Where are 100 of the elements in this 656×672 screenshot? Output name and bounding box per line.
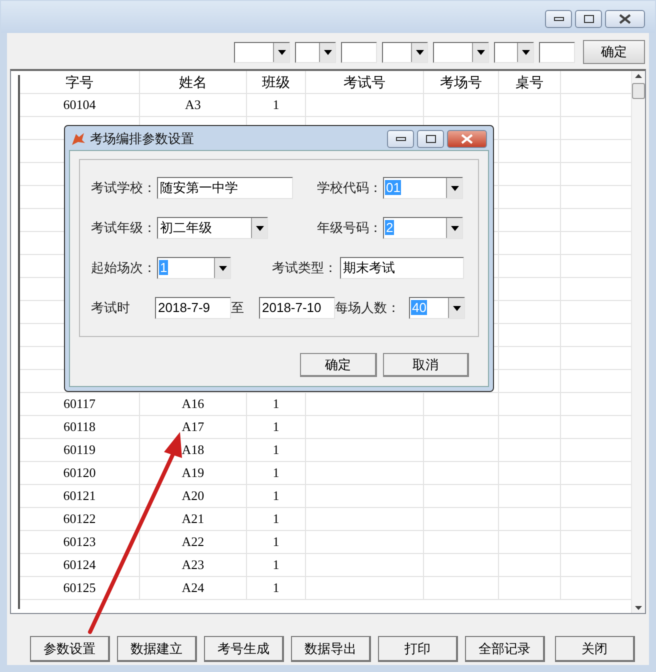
caret-icon (522, 50, 530, 54)
action-button[interactable]: 数据导出 (291, 636, 371, 662)
caret-icon (278, 50, 286, 54)
field-value: 期末考试 (342, 260, 396, 275)
field-label: 考试学校： (91, 179, 157, 198)
minimize-button[interactable] (545, 10, 572, 28)
action-button[interactable]: 全部记录 (465, 636, 545, 662)
input-field[interactable]: 2018-7-9 (155, 297, 231, 319)
table-cell-text: A24 (182, 579, 204, 598)
field-label: 每场人数： (335, 299, 401, 318)
column-header: 考试号 (344, 72, 386, 92)
table-cell-text: 1 (272, 96, 280, 114)
caret-icon (450, 226, 458, 230)
table-cell-text: 1 (272, 441, 280, 460)
maximize-icon (584, 15, 594, 23)
maximize-button[interactable] (575, 10, 602, 28)
combo-value: 初二年级 (159, 220, 213, 235)
input-field[interactable] (341, 42, 377, 62)
table-cell-text: 60125 (63, 579, 96, 598)
table-cell-text: 1 (272, 510, 280, 528)
dropdown-field[interactable] (382, 42, 428, 62)
table-cell-text: 60121 (63, 487, 96, 506)
caret-icon (452, 306, 460, 310)
dropdown-field[interactable] (234, 42, 290, 62)
app-icon (70, 131, 86, 147)
column-header: 班级 (262, 72, 290, 92)
table-cell-text: 60119 (63, 441, 96, 460)
field-label: 学校代码： (317, 179, 383, 198)
field-label: 考试年级： (91, 219, 157, 238)
scroll-up-icon (635, 74, 642, 78)
action-button[interactable]: 考号生成 (204, 636, 284, 662)
scroll-down-icon (635, 606, 642, 610)
caret-icon (416, 50, 424, 54)
maximize-button[interactable] (417, 130, 444, 148)
table-cell-text: 1 (272, 487, 280, 506)
caret-icon (256, 226, 264, 230)
field-label: 起始场次： (91, 259, 157, 278)
input-field[interactable]: 期末考试 (340, 257, 464, 279)
dialog-title: 考场编排参数设置 (90, 130, 195, 148)
field-label: 考试时 (91, 299, 131, 318)
field-value: 2018-7-10 (261, 300, 322, 315)
dropdown-field[interactable]: 初二年级 (157, 217, 268, 239)
caret-icon (218, 266, 226, 270)
caret-icon (324, 50, 332, 54)
column-header: 桌号 (516, 72, 544, 92)
dropdown-field[interactable] (433, 42, 489, 62)
scroll-thumb[interactable] (632, 83, 645, 99)
dialog-button[interactable]: 确定 (300, 353, 377, 377)
table-cell-text: 60122 (63, 510, 96, 528)
table-cell-text: 60117 (63, 395, 96, 414)
table-cell-text: 1 (272, 418, 280, 436)
table-cell-text: A22 (182, 533, 204, 552)
dialog-button[interactable]: 取消 (383, 353, 469, 377)
minimize-button[interactable] (387, 130, 414, 148)
dropdown-field[interactable] (295, 42, 336, 62)
table-cell-text: 60120 (63, 464, 96, 482)
confirm-button[interactable]: 确定 (583, 40, 645, 64)
field-label: 至 (231, 299, 245, 318)
table-cell-text: 60104 (63, 96, 96, 114)
minimize-icon (554, 17, 564, 21)
column-header: 字号 (66, 72, 94, 92)
field-label: 年级号码： (317, 219, 383, 238)
column-header: 姓名 (179, 72, 207, 92)
combo-value: 2 (385, 220, 394, 235)
table-cell-text: 1 (272, 395, 280, 414)
combo-value: 1 (159, 260, 168, 275)
field-value: 随安第一中学 (159, 180, 239, 195)
action-button[interactable]: 参数设置 (30, 636, 110, 662)
combo-value: 40 (411, 300, 428, 315)
close-button[interactable] (605, 10, 645, 28)
combo-value: 01 (385, 180, 402, 195)
input-field[interactable]: 随安第一中学 (157, 177, 293, 199)
minimize-icon (396, 137, 406, 141)
caret-icon (450, 186, 458, 190)
field-label: 考试类型： (272, 259, 338, 278)
action-button[interactable]: 数据建立 (117, 636, 197, 662)
action-button[interactable]: 关闭 (555, 636, 635, 662)
table-cell-text: A3 (185, 96, 201, 114)
table-cell-text: A16 (182, 395, 204, 414)
table-cell-text: A21 (182, 510, 204, 528)
table-cell-text: 1 (272, 464, 280, 482)
dropdown-field[interactable] (494, 42, 534, 62)
caret-icon (476, 50, 484, 54)
action-button[interactable]: 打印 (378, 636, 458, 662)
maximize-icon (426, 135, 436, 143)
table-cell-text: A18 (182, 441, 204, 460)
input-field[interactable] (539, 42, 575, 62)
table-cell-text: 1 (272, 556, 280, 574)
table-cell-text: 60118 (63, 418, 96, 436)
close-icon (461, 134, 473, 144)
input-field[interactable]: 2018-7-10 (259, 297, 335, 319)
table-cell-text: 60123 (63, 533, 96, 552)
close-button[interactable] (447, 130, 487, 148)
close-icon (619, 14, 631, 24)
table-cell-text: 60124 (63, 556, 96, 574)
table-cell-text: A17 (182, 418, 204, 436)
table-cell-text: 1 (272, 579, 280, 598)
table-cell-text: A20 (182, 487, 204, 506)
table-cell-text: 1 (272, 533, 280, 552)
column-header: 考场号 (440, 72, 482, 92)
